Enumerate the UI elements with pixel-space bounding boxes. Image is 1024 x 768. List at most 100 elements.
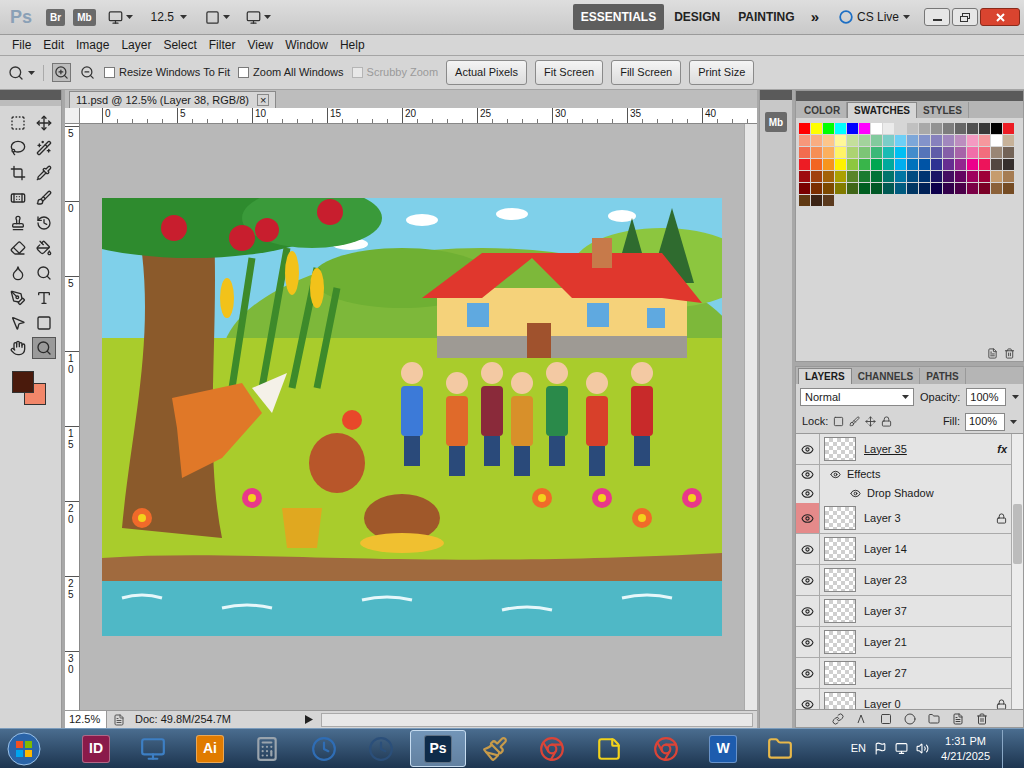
swatch[interactable] — [979, 147, 990, 158]
delete-swatch-icon[interactable] — [1004, 348, 1015, 359]
opacity-field[interactable]: 100% — [966, 388, 1006, 406]
swatch[interactable] — [835, 171, 846, 182]
menu-item[interactable]: Filter — [203, 36, 242, 54]
mini-bridge-button[interactable]: Mb — [73, 9, 95, 26]
vertical-scrollbar[interactable] — [744, 124, 757, 710]
menu-item[interactable]: View — [241, 36, 279, 54]
visibility-toggle[interactable] — [796, 465, 820, 484]
swatch[interactable] — [835, 123, 846, 134]
swatch[interactable] — [883, 183, 894, 194]
swatch[interactable] — [871, 135, 882, 146]
new-layer-icon[interactable] — [952, 713, 964, 725]
swatch[interactable] — [991, 123, 1002, 134]
swatch[interactable] — [883, 147, 894, 158]
adjustment-layer-icon[interactable] — [904, 713, 916, 725]
tool-button[interactable] — [6, 212, 30, 234]
taskbar-app[interactable] — [638, 730, 694, 767]
swatch[interactable] — [919, 135, 930, 146]
panel-tab[interactable]: COLOR — [798, 102, 847, 118]
swatch[interactable] — [931, 147, 942, 158]
swatch[interactable] — [967, 147, 978, 158]
swatch[interactable] — [943, 123, 954, 134]
lock-transparency-icon[interactable] — [833, 416, 844, 427]
workspace-button[interactable]: DESIGN — [666, 4, 728, 30]
layer-row[interactable]: Drop Shadow — [796, 484, 1011, 503]
taskbar-app[interactable]: ID — [68, 730, 124, 767]
swatch[interactable] — [991, 171, 1002, 182]
show-desktop-button[interactable] — [1002, 730, 1014, 768]
taskbar-app[interactable] — [467, 730, 523, 767]
language-indicator[interactable]: EN — [851, 740, 866, 757]
swatch[interactable] — [943, 147, 954, 158]
menu-item[interactable]: Layer — [115, 36, 157, 54]
option-checkbox[interactable]: Resize Windows To Fit — [104, 64, 230, 81]
taskbar-app[interactable] — [524, 730, 580, 767]
swatch[interactable] — [1003, 159, 1014, 170]
visibility-toggle[interactable] — [796, 434, 820, 464]
tool-button[interactable] — [32, 212, 56, 234]
swatch[interactable] — [883, 123, 894, 134]
option-button[interactable]: Fit Screen — [535, 60, 603, 85]
swatch[interactable] — [931, 171, 942, 182]
bridge-button[interactable]: Br — [46, 9, 65, 26]
swatch[interactable] — [835, 147, 846, 158]
mini-bridge-panel-button[interactable]: Mb — [765, 112, 787, 132]
swatch[interactable] — [919, 171, 930, 182]
swatch[interactable] — [871, 147, 882, 158]
swatch[interactable] — [1003, 183, 1014, 194]
layer-row[interactable]: Layer 14 — [796, 534, 1011, 565]
taskbar-app[interactable]: W — [695, 730, 751, 767]
lock-position-icon[interactable] — [865, 416, 876, 427]
network-icon[interactable] — [895, 742, 908, 755]
swatch[interactable] — [943, 159, 954, 170]
add-style-icon[interactable] — [856, 713, 868, 725]
swatch[interactable] — [979, 123, 990, 134]
option-button[interactable]: Fill Screen — [611, 60, 681, 85]
visibility-toggle[interactable] — [796, 503, 820, 533]
swatch[interactable] — [823, 183, 834, 194]
swatch[interactable] — [799, 123, 810, 134]
swatch[interactable] — [931, 159, 942, 170]
link-layers-icon[interactable] — [832, 713, 844, 725]
swatch[interactable] — [847, 159, 858, 170]
lock-all-icon[interactable] — [881, 416, 892, 427]
visibility-toggle[interactable] — [796, 484, 820, 503]
swatch[interactable] — [1003, 147, 1014, 158]
more-workspaces-button[interactable]: » — [805, 6, 825, 29]
fill-field[interactable]: 100% — [965, 413, 1005, 431]
zoom-in-button[interactable] — [52, 63, 71, 82]
tool-button[interactable] — [6, 162, 30, 184]
swatch[interactable] — [919, 123, 930, 134]
tool-button[interactable] — [6, 287, 30, 309]
clock[interactable]: 1:31 PM4/21/2025 — [937, 734, 994, 764]
swatch[interactable] — [883, 159, 894, 170]
tool-button[interactable] — [32, 137, 56, 159]
swatch[interactable] — [871, 171, 882, 182]
swatch[interactable] — [931, 123, 942, 134]
menu-item[interactable]: File — [6, 36, 37, 54]
swatch[interactable] — [991, 183, 1002, 194]
zoom-level-dropdown[interactable]: 12.5 — [145, 8, 193, 26]
action-center-icon[interactable] — [874, 742, 887, 755]
minimize-button[interactable] — [924, 8, 950, 26]
swatch[interactable] — [931, 183, 942, 194]
menu-item[interactable]: Image — [70, 36, 115, 54]
option-button[interactable]: Actual Pixels — [446, 60, 527, 85]
visibility-toggle[interactable] — [796, 565, 820, 595]
swatch[interactable] — [967, 183, 978, 194]
status-menu-icon[interactable] — [305, 715, 313, 724]
swatch[interactable] — [859, 135, 870, 146]
swatch[interactable] — [799, 183, 810, 194]
tool-button[interactable] — [6, 112, 30, 134]
tool-button[interactable] — [32, 262, 56, 284]
tool-button[interactable] — [6, 237, 30, 259]
foreground-color[interactable] — [12, 371, 34, 393]
swatch[interactable] — [991, 159, 1002, 170]
swatch[interactable] — [847, 147, 858, 158]
swatch[interactable] — [1003, 135, 1014, 146]
swatch[interactable] — [943, 171, 954, 182]
menu-item[interactable]: Edit — [37, 36, 70, 54]
swatch[interactable] — [895, 135, 906, 146]
option-button[interactable]: Print Size — [689, 60, 754, 85]
swatch[interactable] — [895, 147, 906, 158]
